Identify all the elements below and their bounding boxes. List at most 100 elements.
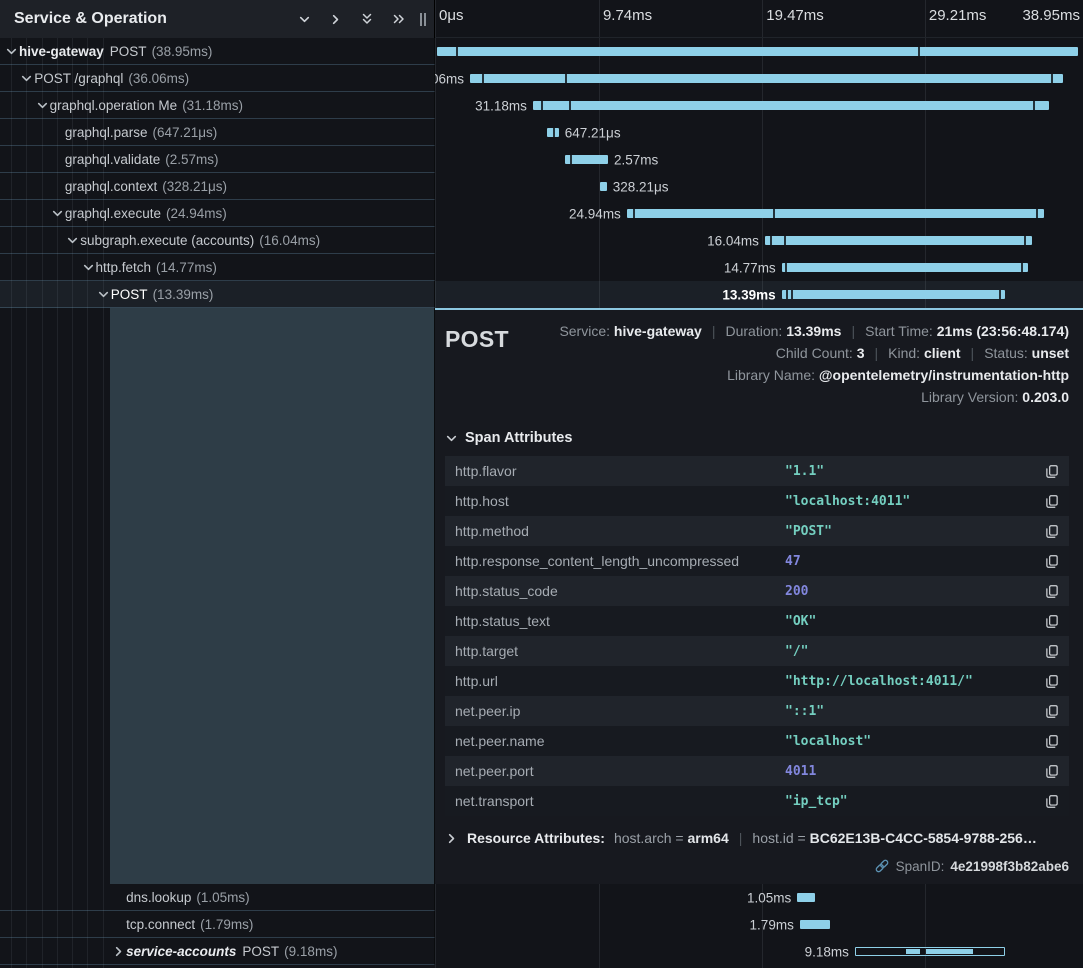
span-tree-cell[interactable]: http.fetch (14.77ms) <box>0 254 435 281</box>
copy-icon[interactable] <box>1045 554 1059 569</box>
span-operation-name: graphql.operation Me <box>50 98 178 113</box>
meta-separator: | <box>712 323 716 339</box>
span-row[interactable]: graphql.execute (24.94ms) 24.94ms <box>0 200 1083 227</box>
bar-duration-label: 13.39ms <box>722 287 775 302</box>
span-timeline-cell: 13.39ms <box>435 281 1083 308</box>
span-row[interactable]: graphql.parse (647.21μs) 647.21μs <box>0 119 1083 146</box>
timeline-header: 0μs9.74ms19.47ms29.21ms38.95ms <box>435 0 1083 38</box>
span-tree-cell[interactable]: graphql.validate (2.57ms) <box>0 146 435 173</box>
copy-icon[interactable] <box>1045 584 1059 599</box>
span-tree-cell[interactable]: POST (13.39ms) <box>0 281 435 308</box>
duration-bar[interactable] <box>437 47 1078 56</box>
span-duration-text: (1.05ms) <box>196 890 249 905</box>
copy-icon[interactable] <box>1045 794 1059 809</box>
span-tree-cell[interactable]: tcp.connect (1.79ms) <box>0 911 435 938</box>
copy-icon[interactable] <box>1045 644 1059 659</box>
expand-chevron-icon[interactable] <box>112 945 126 958</box>
duration-bar[interactable] <box>800 920 830 929</box>
tick-label: 0μs <box>435 7 464 24</box>
double-chevron-down-icon[interactable] <box>360 12 374 26</box>
attribute-value: "localhost:4011" <box>785 494 1045 509</box>
span-attributes-toggle[interactable]: Span Attributes <box>445 430 1069 446</box>
span-row[interactable]: POST (13.39ms) 13.39ms <box>0 281 1083 308</box>
attribute-row: net.peer.ip "::1" <box>445 696 1069 726</box>
duration-bar[interactable] <box>627 209 1044 218</box>
span-tree-cell[interactable]: POST /graphql (36.06ms) <box>0 65 435 92</box>
span-tree-cell[interactable]: subgraph.execute (accounts) (16.04ms) <box>0 227 435 254</box>
detail-title: POST <box>445 320 509 353</box>
meta-line: Library Version: 0.203.0 <box>559 386 1069 408</box>
chevron-right-icon[interactable] <box>329 13 342 26</box>
bar-duration-label: 647.21μs <box>565 125 621 140</box>
duration-bar[interactable] <box>782 290 1005 299</box>
bar-notch <box>786 290 788 299</box>
span-tree-cell[interactable]: dns.lookup (1.05ms) <box>0 884 435 911</box>
span-tree-cell[interactable]: service-accounts POST (9.18ms) <box>0 938 435 965</box>
span-duration-text: (16.04ms) <box>259 233 320 248</box>
meta-line: Library Name: @opentelemetry/instrumenta… <box>559 364 1069 386</box>
copy-icon[interactable] <box>1045 524 1059 539</box>
span-tree-cell[interactable]: graphql.execute (24.94ms) <box>0 200 435 227</box>
span-tree-cell[interactable]: graphql.context (328.21μs) <box>0 173 435 200</box>
column-resize-handle[interactable] <box>418 10 428 29</box>
bar-notch <box>633 209 635 218</box>
duration-bar[interactable] <box>565 155 608 164</box>
copy-icon[interactable] <box>1045 734 1059 749</box>
bar-notch <box>1036 209 1038 218</box>
attribute-value: 200 <box>785 584 1045 599</box>
attribute-value: "/" <box>785 644 1045 659</box>
span-row[interactable]: subgraph.execute (accounts) (16.04ms) 16… <box>0 227 1083 254</box>
bar-notch <box>565 74 567 83</box>
span-tree-cell[interactable]: graphql.operation Me (31.18ms) <box>0 92 435 119</box>
span-row[interactable]: http.fetch (14.77ms) 14.77ms <box>0 254 1083 281</box>
span-timeline-cell <box>435 38 1083 65</box>
span-row[interactable]: graphql.operation Me (31.18ms) 31.18ms <box>0 92 1083 119</box>
span-row[interactable]: dns.lookup (1.05ms) 1.05ms <box>0 884 1083 911</box>
duration-bar[interactable] <box>797 893 814 902</box>
bar-notch <box>1033 101 1035 110</box>
span-timeline-cell: 1.05ms <box>435 884 1083 911</box>
span-tree-cell[interactable]: hive-gateway POST (38.95ms) <box>0 38 435 65</box>
resource-key: host.arch = <box>614 830 688 846</box>
copy-icon[interactable] <box>1045 464 1059 479</box>
duration-bar[interactable] <box>470 74 1063 83</box>
bar-notch <box>456 47 458 56</box>
span-row[interactable]: tcp.connect (1.79ms) 1.79ms <box>0 911 1083 938</box>
duration-bar[interactable] <box>765 236 1032 245</box>
span-tree-cell[interactable]: graphql.parse (647.21μs) <box>0 119 435 146</box>
copy-icon[interactable] <box>1045 614 1059 629</box>
expand-chevron-icon[interactable] <box>66 234 80 247</box>
expand-chevron-icon[interactable] <box>36 99 50 112</box>
duration-bar[interactable] <box>855 947 1005 956</box>
span-row[interactable]: hive-gateway POST (38.95ms) <box>0 38 1083 65</box>
expand-chevron-icon[interactable] <box>82 261 96 274</box>
bar-notch <box>1051 74 1053 83</box>
span-rows: hive-gateway POST (38.95ms) POST /graphq… <box>0 38 1083 308</box>
link-icon[interactable] <box>874 858 890 874</box>
expand-chevron-icon[interactable] <box>5 45 19 58</box>
bar-duration-label: 36.06ms <box>435 71 464 86</box>
duration-bar[interactable] <box>533 101 1049 110</box>
span-row[interactable]: graphql.validate (2.57ms) 2.57ms <box>0 146 1083 173</box>
resource-attributes-title: Resource Attributes: <box>467 830 605 846</box>
copy-icon[interactable] <box>1045 494 1059 509</box>
duration-bar[interactable] <box>782 263 1028 272</box>
duration-bar[interactable] <box>547 128 559 137</box>
span-row[interactable]: graphql.context (328.21μs) 328.21μs <box>0 173 1083 200</box>
span-row[interactable]: POST /graphql (36.06ms) 36.06ms <box>0 65 1083 92</box>
resource-attributes-toggle[interactable]: Resource Attributes: host.arch = arm64|h… <box>445 830 1069 846</box>
detail-header: POST Service: hive-gateway|Duration: 13.… <box>445 320 1069 408</box>
chevron-down-icon[interactable] <box>298 13 311 26</box>
copy-icon[interactable] <box>1045 764 1059 779</box>
expand-chevron-icon[interactable] <box>97 288 111 301</box>
expand-chevron-icon[interactable] <box>51 207 65 220</box>
copy-icon[interactable] <box>1045 704 1059 719</box>
double-chevron-right-icon[interactable] <box>392 12 406 26</box>
meta-value: 21ms (23:56:48.174) <box>937 323 1069 339</box>
span-operation-name: graphql.execute <box>65 206 161 221</box>
copy-icon[interactable] <box>1045 674 1059 689</box>
expand-chevron-icon[interactable] <box>20 72 34 85</box>
duration-bar[interactable] <box>600 182 606 191</box>
span-operation-name: tcp.connect <box>126 917 195 932</box>
span-row[interactable]: service-accounts POST (9.18ms) 9.18ms <box>0 938 1083 965</box>
